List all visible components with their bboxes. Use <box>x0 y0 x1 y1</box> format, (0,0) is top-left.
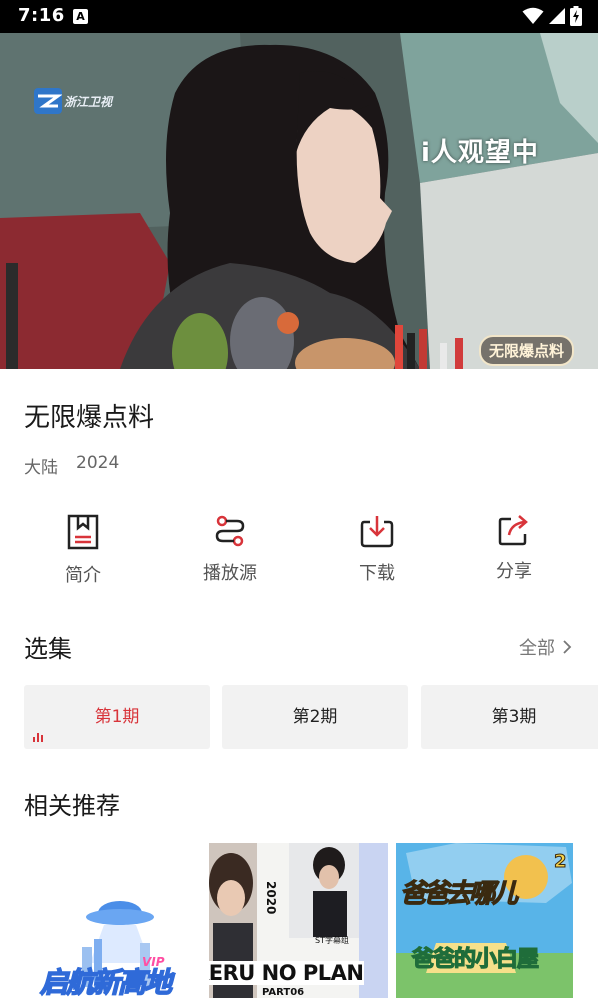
play-source-label: 播放源 <box>203 563 257 584</box>
play-source-button[interactable]: 播放源 <box>170 505 290 595</box>
poster-art <box>396 843 573 998</box>
episode-label: 第2期 <box>292 707 338 727</box>
chevron-right-icon <box>563 640 572 654</box>
poster-title-art: KERU NO PLAN <box>209 961 364 985</box>
show-region: 大陆 <box>24 458 58 478</box>
channel-watermark: 浙江卫视 <box>34 88 112 114</box>
show-title: 无限爆点料 <box>24 403 155 433</box>
video-caption-overlay: i人观望中 <box>421 138 539 168</box>
show-meta: 大陆 2024 <box>24 453 119 478</box>
episode-card-1[interactable]: 第1期 <box>24 685 210 749</box>
notification-a-icon: A <box>73 9 88 24</box>
intro-button[interactable]: 简介 <box>23 505 143 595</box>
share-button[interactable]: 分享 <box>454 505 574 595</box>
episode-label: 第1期 <box>94 707 140 727</box>
vip-badge: VIP <box>142 955 165 969</box>
status-bar: 7:16 A <box>0 0 598 33</box>
download-button[interactable]: 下载 <box>317 505 437 595</box>
action-row: 简介 播放源 下载 分享 <box>0 505 598 595</box>
poster-year-art: 2020 <box>264 881 278 915</box>
status-icons <box>522 5 582 27</box>
poster-title-art: 爸爸的小白屋 <box>411 946 539 972</box>
now-playing-icon <box>33 732 43 742</box>
season-badge: 2 <box>554 851 567 873</box>
intro-label: 简介 <box>65 565 101 586</box>
channel-watermark-text: 浙江卫视 <box>64 94 113 109</box>
recommendation-poster-3[interactable]: 爸爸去哪儿 2 爸爸的小白屋 <box>396 843 573 998</box>
video-player[interactable]: 浙江卫视 i人观望中 无限爆点料 <box>0 33 598 369</box>
episode-card-3[interactable]: 第3期 <box>421 685 598 749</box>
share-label: 分享 <box>496 561 532 582</box>
show-logo-overlay: 无限爆点料 <box>479 335 575 366</box>
download-icon <box>360 516 394 548</box>
see-all-episodes-link[interactable]: 全部 <box>519 634 572 660</box>
poster-top-art: 爸爸去哪儿 <box>399 878 518 909</box>
wifi-icon <box>522 7 544 24</box>
poster-caption-art: ST字幕组 <box>315 936 349 945</box>
show-year: 2024 <box>76 453 120 473</box>
download-label: 下载 <box>359 563 395 584</box>
episodes-heading: 选集 <box>24 635 72 663</box>
recommendation-poster-2[interactable]: 2020 ST字幕组 KERU NO PLAN PART06 <box>209 843 388 998</box>
battery-charging-icon <box>570 6 582 26</box>
signal-icon <box>549 8 565 24</box>
status-time: 7:16 <box>18 5 65 26</box>
route-icon <box>215 515 245 547</box>
share-icon <box>498 515 528 546</box>
poster-sub-art: PART06 <box>262 987 305 998</box>
recommendation-poster-1[interactable]: 启航新高地 VIP <box>24 843 198 998</box>
see-all-label: 全部 <box>519 638 555 659</box>
episode-label: 第3期 <box>491 707 537 727</box>
recommendations-heading: 相关推荐 <box>24 792 120 820</box>
video-frame <box>0 33 598 369</box>
document-icon <box>67 514 99 550</box>
channel-logo-icon <box>34 88 62 114</box>
episode-card-2[interactable]: 第2期 <box>222 685 408 749</box>
